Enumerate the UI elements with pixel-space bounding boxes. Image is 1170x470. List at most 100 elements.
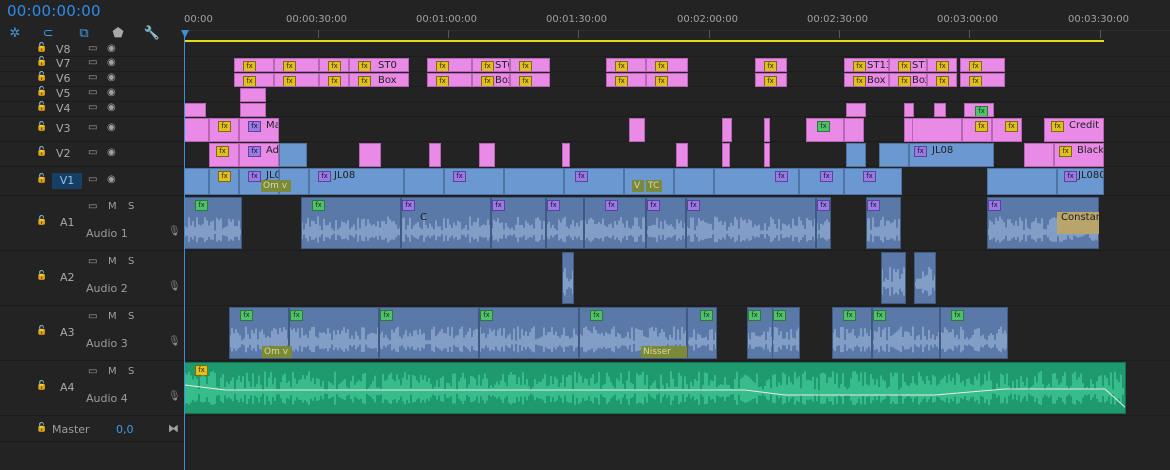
film-toggle-icon[interactable]: ▭: [88, 122, 97, 133]
title-clip[interactable]: [629, 118, 645, 142]
title-clip[interactable]: fx: [209, 143, 239, 167]
title-clip[interactable]: [764, 118, 770, 142]
track-lock-icon[interactable]: 🔓: [36, 43, 47, 53]
title-clip[interactable]: fxST13: [844, 58, 889, 72]
voice-record-icon[interactable]: 🎙: [168, 226, 181, 237]
title-clip[interactable]: fx: [646, 73, 688, 87]
film-toggle-icon[interactable]: ▭: [88, 147, 97, 158]
video-clip[interactable]: [674, 168, 714, 195]
marker-icon[interactable]: ⬟: [107, 24, 129, 44]
audio-clip[interactable]: fx: [379, 307, 479, 359]
title-clip[interactable]: [240, 88, 266, 102]
audio-track-lane[interactable]: [184, 251, 1170, 306]
title-clip[interactable]: [846, 103, 866, 117]
title-clip[interactable]: fx: [427, 73, 472, 87]
title-clip[interactable]: fx: [806, 118, 844, 142]
title-clip[interactable]: fxBox v: [472, 73, 510, 87]
audio-clip[interactable]: fx: [401, 197, 491, 249]
track-name[interactable]: V2: [56, 146, 82, 162]
audio-clip[interactable]: fx: [584, 197, 646, 249]
track-name[interactable]: A3: [60, 326, 86, 339]
volume-keyframe-line[interactable]: [185, 384, 1126, 409]
title-clip[interactable]: fx: [319, 73, 349, 87]
track-lock-icon[interactable]: 🔓: [36, 326, 47, 336]
video-clip[interactable]: [184, 168, 209, 195]
video-clip[interactable]: fx JL080: [1057, 168, 1104, 195]
snap-icon[interactable]: ✲: [4, 24, 26, 44]
title-clip[interactable]: fx: [960, 58, 1005, 72]
audio-clip[interactable]: fx: [816, 197, 831, 249]
title-clip[interactable]: fx: [427, 58, 472, 72]
eye-icon[interactable]: ◉: [107, 43, 116, 54]
solo-button[interactable]: S: [128, 366, 134, 377]
video-clip[interactable]: fx JL08: [909, 143, 994, 167]
playhead-handle[interactable]: [181, 30, 189, 38]
mute-button[interactable]: M: [108, 366, 117, 377]
film-toggle-icon[interactable]: ▭: [88, 87, 97, 98]
title-clip[interactable]: fx: [510, 73, 550, 87]
video-track-lane[interactable]: [184, 87, 1170, 102]
title-clip[interactable]: [904, 103, 914, 117]
title-clip[interactable]: fx: [992, 118, 1022, 142]
mute-button[interactable]: M: [108, 311, 117, 322]
video-clip[interactable]: fx: [844, 168, 902, 195]
title-clip[interactable]: fx Adj: [239, 143, 279, 167]
video-clip[interactable]: fx: [799, 168, 844, 195]
track-lock-icon[interactable]: 🔓: [36, 72, 47, 82]
audio-clip[interactable]: [881, 252, 906, 304]
audio-clip[interactable]: fx: [872, 307, 940, 359]
film-toggle-icon[interactable]: ▭: [88, 102, 97, 113]
title-clip[interactable]: fx: [646, 58, 688, 72]
film-toggle-icon[interactable]: ▭: [88, 256, 97, 267]
audio-clip[interactable]: fx: [866, 197, 901, 249]
video-track-lane[interactable]: [184, 117, 1170, 142]
track-name[interactable]: A2: [60, 271, 86, 284]
eye-icon[interactable]: ◉: [107, 147, 116, 158]
track-area[interactable]: fxfxfxfxfxfxfxST0fxBoxfxfxfxST07fxBox vf…: [184, 44, 1170, 470]
title-clip[interactable]: fx Black: [1054, 143, 1104, 167]
title-clip[interactable]: fx Credit: [1044, 118, 1104, 142]
audio-clip[interactable]: fx: [940, 307, 1008, 359]
track-name[interactable]: V3: [56, 121, 82, 137]
video-clip[interactable]: [504, 168, 564, 195]
track-lock-icon[interactable]: 🔓: [36, 423, 47, 433]
track-name[interactable]: A1: [60, 216, 86, 229]
playhead-line[interactable]: [184, 30, 185, 470]
title-clip[interactable]: fx Box: [349, 73, 409, 87]
video-clip[interactable]: fx: [209, 168, 239, 195]
title-clip[interactable]: fx: [319, 58, 349, 72]
track-name[interactable]: V1: [52, 173, 82, 189]
eye-icon[interactable]: ◉: [107, 102, 116, 113]
voice-record-icon[interactable]: 🎙: [168, 281, 181, 292]
solo-button[interactable]: S: [128, 201, 134, 212]
title-clip[interactable]: fx: [234, 73, 274, 87]
title-clip[interactable]: fx: [274, 73, 319, 87]
title-clip[interactable]: [1024, 143, 1054, 167]
title-clip[interactable]: fx: [927, 73, 957, 87]
time-ruler[interactable]: 00:00 00:00:30:00 00:01:00:00 00:01:30:00 00…: [184, 0, 1170, 44]
title-clip[interactable]: fx: [962, 118, 992, 142]
solo-button[interactable]: S: [128, 311, 134, 322]
video-clip[interactable]: fx: [444, 168, 504, 195]
title-clip[interactable]: [429, 143, 441, 167]
title-clip[interactable]: [184, 103, 206, 117]
title-clip[interactable]: fx: [964, 103, 994, 117]
track-name[interactable]: A4: [60, 381, 86, 394]
title-clip[interactable]: [912, 118, 962, 142]
film-toggle-icon[interactable]: ▭: [88, 57, 97, 68]
eye-icon[interactable]: ◉: [107, 72, 116, 83]
audio-clip[interactable]: fx: [184, 197, 242, 249]
insert-nest-icon[interactable]: ⧉: [73, 24, 95, 44]
audio-clip[interactable]: [914, 252, 936, 304]
track-lock-icon[interactable]: 🔓: [36, 147, 47, 157]
track-name[interactable]: V4: [56, 101, 82, 117]
title-clip[interactable]: fx: [755, 58, 787, 72]
title-clip[interactable]: fxST07: [472, 58, 510, 72]
title-clip[interactable]: [359, 143, 381, 167]
film-toggle-icon[interactable]: ▭: [88, 201, 97, 212]
title-clip[interactable]: fx: [755, 73, 787, 87]
title-clip[interactable]: [240, 103, 266, 117]
mute-button[interactable]: M: [108, 201, 117, 212]
volume-rubber-band[interactable]: [185, 363, 1126, 414]
track-lock-icon[interactable]: 🔓: [36, 216, 47, 226]
